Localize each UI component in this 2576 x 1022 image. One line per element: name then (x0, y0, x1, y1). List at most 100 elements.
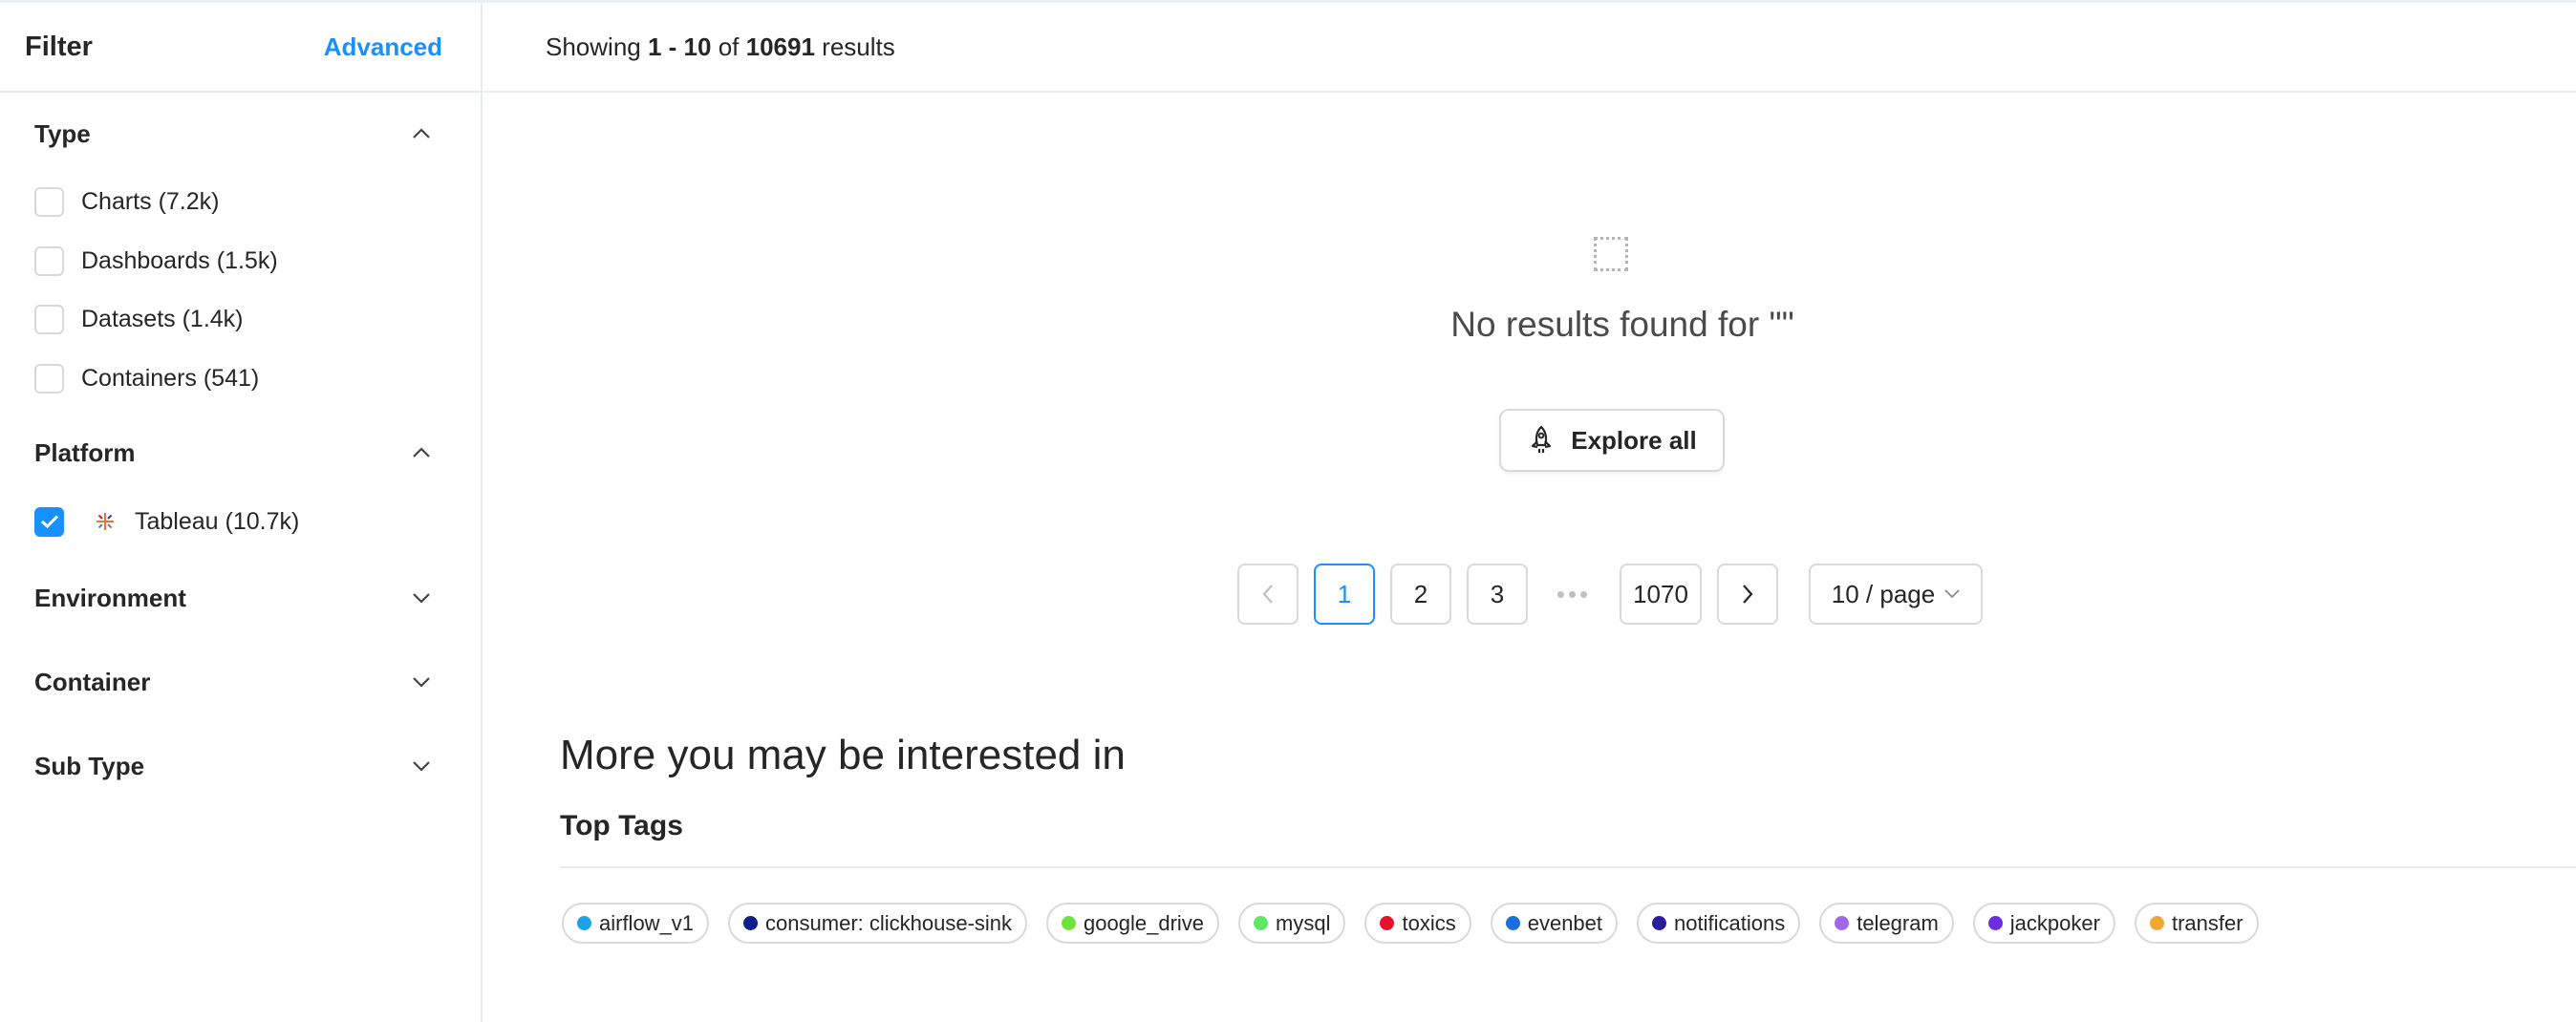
tag-label: google_drive (1084, 910, 1205, 935)
results-prefix: Showing (546, 32, 641, 61)
page-button-3[interactable]: 3 (1467, 564, 1528, 625)
sub-type-section: Sub Type (0, 747, 481, 785)
empty-state-message: No results found for "" (1450, 305, 1794, 344)
checkbox[interactable] (34, 186, 64, 217)
type-option-list: Charts (7.2k) (0, 182, 481, 221)
tag-color-dot (1380, 916, 1395, 930)
tag-label: transfer (2171, 910, 2243, 935)
pagination: 1 2 3 ••• 1070 10 / page (1237, 564, 1983, 625)
tag-chip[interactable]: airflow_v1 (562, 903, 710, 944)
top-tags-list: airflow_v1 consumer: clickhouse-sink goo… (562, 903, 2259, 944)
rocket-icon (1527, 425, 1556, 456)
option-label: Dashboards (1.5k) (81, 246, 278, 274)
container-section-header[interactable]: Container (0, 663, 481, 701)
filter-title: Filter (25, 31, 93, 62)
environment-section-title: Environment (34, 583, 186, 612)
chevron-up-icon (408, 120, 435, 147)
filter-sidebar: Filter Advanced Type Charts (7.2k) Dashb… (0, 3, 483, 1022)
platform-section-title: Platform (34, 437, 136, 467)
platform-option-wrap: Tableau (10.7k) (0, 502, 481, 541)
tag-chip[interactable]: toxics (1364, 903, 1471, 944)
filter-header: Filter Advanced (0, 3, 481, 93)
tag-color-dot (2149, 916, 2164, 930)
page-button-last[interactable]: 1070 (1620, 564, 1702, 625)
tag-chip[interactable]: google_drive (1046, 903, 1220, 944)
option-label: Datasets (1.4k) (81, 305, 244, 332)
type-section-header[interactable]: Type (0, 115, 481, 153)
explore-all-button[interactable]: Explore all (1499, 409, 1725, 472)
tag-color-dot (743, 916, 759, 930)
results-of: of (718, 32, 740, 61)
sub-type-section-header[interactable]: Sub Type (0, 747, 481, 785)
tag-chip[interactable]: mysql (1238, 903, 1346, 944)
tag-chip[interactable]: evenbet (1490, 903, 1619, 944)
recommendations-title: More you may be interested in (560, 732, 1126, 778)
checkbox[interactable] (34, 363, 64, 394)
chevron-down-icon (408, 585, 435, 611)
type-option-wrap: Datasets (1.4k) (0, 300, 481, 338)
tag-chip[interactable]: jackpoker (1972, 903, 2115, 944)
tag-chip[interactable]: consumer: clickhouse-sink (728, 903, 1028, 944)
tag-color-dot (1987, 916, 2003, 930)
tag-color-dot (1254, 916, 1269, 930)
page-ellipsis[interactable]: ••• (1543, 564, 1604, 625)
tag-label: jackpoker (2009, 910, 2100, 935)
tag-label: toxics (1402, 910, 1456, 935)
page-button-1[interactable]: 1 (1314, 564, 1375, 625)
tag-color-dot (1505, 916, 1520, 930)
type-option-wrap: Containers (541) (0, 359, 481, 397)
chevron-right-icon (1741, 584, 1754, 605)
container-section-title: Container (34, 667, 151, 696)
advanced-link[interactable]: Advanced (324, 32, 442, 62)
tag-color-dot (1062, 916, 1077, 930)
environment-section-header[interactable]: Environment (0, 579, 481, 617)
checkbox[interactable] (34, 245, 64, 276)
empty-placeholder-icon (1594, 237, 1628, 271)
type-option-datasets[interactable]: Datasets (1.4k) (0, 300, 481, 338)
platform-section-header[interactable]: Platform (0, 434, 481, 472)
type-option-charts[interactable]: Charts (7.2k) (0, 182, 481, 221)
chevron-down-icon (408, 669, 435, 695)
option-label: Tableau (10.7k) (135, 507, 300, 535)
divider (560, 866, 2576, 868)
tag-label: telegram (1857, 910, 1939, 935)
tag-color-dot (1835, 916, 1850, 930)
type-section-title: Type (34, 118, 91, 148)
results-total: 10691 (745, 32, 815, 61)
page-size-select[interactable]: 10 / page (1809, 564, 1983, 625)
type-section: Type (0, 115, 481, 153)
results-summary: Showing 1 - 10 of 10691 results (483, 3, 2576, 93)
type-option-wrap: Dashboards (1.5k) (0, 242, 481, 280)
next-page-button[interactable] (1717, 564, 1778, 625)
search-results-main: Showing 1 - 10 of 10691 results No resul… (483, 3, 2576, 1022)
tag-chip[interactable]: telegram (1819, 903, 1954, 944)
results-range-sep: - (661, 32, 684, 61)
results-range-end: 10 (683, 32, 712, 61)
container-section: Container (0, 663, 481, 701)
tag-chip[interactable]: notifications (1637, 903, 1801, 944)
chevron-down-icon (408, 753, 435, 779)
chevron-up-icon (408, 439, 435, 466)
tag-label: mysql (1276, 910, 1331, 935)
type-option-dashboards[interactable]: Dashboards (1.5k) (0, 242, 481, 280)
prev-page-button[interactable] (1237, 564, 1299, 625)
tag-label: airflow_v1 (599, 910, 695, 935)
platform-option-tableau[interactable]: Tableau (10.7k) (0, 502, 481, 541)
tag-label: consumer: clickhouse-sink (765, 910, 1013, 935)
environment-section: Environment (0, 579, 481, 617)
results-range-start: 1 (647, 32, 662, 61)
option-label: Charts (7.2k) (81, 187, 220, 215)
checkbox-checked[interactable] (34, 506, 64, 537)
tableau-icon (93, 509, 118, 534)
tag-label: evenbet (1527, 910, 1603, 935)
tag-chip[interactable]: transfer (2134, 903, 2259, 944)
explore-all-label: Explore all (1571, 425, 1697, 455)
results-suffix: results (822, 32, 895, 61)
option-label: Containers (541) (81, 364, 260, 392)
tag-color-dot (577, 916, 591, 930)
chevron-left-icon (1261, 584, 1275, 605)
tag-color-dot (1652, 916, 1667, 930)
page-button-2[interactable]: 2 (1390, 564, 1451, 625)
type-option-containers[interactable]: Containers (541) (0, 359, 481, 397)
checkbox[interactable] (34, 304, 64, 334)
